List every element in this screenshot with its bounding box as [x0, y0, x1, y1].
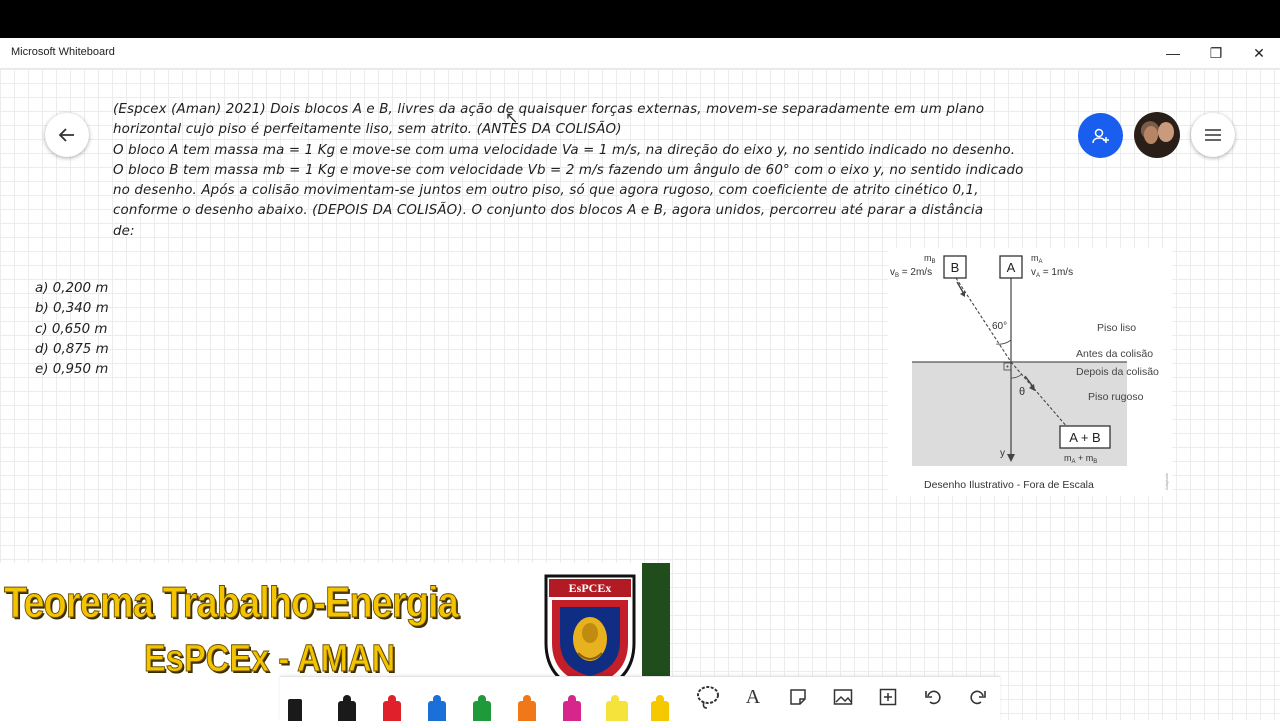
text-icon[interactable]: A	[739, 683, 767, 711]
lasso-icon[interactable]	[694, 683, 722, 711]
back-button[interactable]	[45, 113, 89, 157]
right-angle-dot	[1006, 365, 1009, 368]
depois-label: Depois da colisão	[1076, 366, 1159, 378]
note-icon[interactable]	[784, 683, 812, 711]
menu-button[interactable]	[1191, 113, 1235, 157]
title-bar: Microsoft Whiteboard — ❐ ✕	[0, 38, 1280, 69]
question-line: conforme o desenho abaixo. (DEPOIS DA CO…	[113, 203, 984, 219]
question-line: (Espcex (Aman) 2021) Dois blocos A e B, …	[113, 102, 985, 117]
pen-tool[interactable]	[428, 695, 446, 721]
close-button[interactable]: ✕	[1242, 42, 1276, 64]
banner-subtitle: EsPCEx - AMAN	[144, 638, 396, 681]
minimize-button[interactable]: —	[1156, 42, 1190, 64]
badge-text: EsPCEx	[569, 581, 612, 595]
mouse-cursor-icon: ↖	[505, 110, 519, 127]
block-a-label: A	[1007, 260, 1016, 275]
redo-icon[interactable]	[964, 683, 992, 711]
theta-label: θ	[1019, 386, 1025, 398]
question-line: O bloco B tem massa mb = 1 Kg e move-se …	[113, 162, 1024, 178]
pen-tool[interactable]	[563, 695, 581, 721]
antes-label: Antes da colisão	[1076, 348, 1153, 360]
question-line: O bloco A tem massa ma = 1 Kg e move-se …	[113, 142, 1016, 158]
question-text: (Espcex (Aman) 2021) Dois blocos A e B, …	[113, 100, 1073, 242]
pen-tool[interactable]	[518, 695, 536, 721]
add-person-icon	[1091, 128, 1109, 143]
y-axis-label: y	[1000, 448, 1005, 459]
collision-diagram[interactable]: B A A + B mB vB = 2m/s mA vA = 1m/s 60° …	[888, 248, 1172, 496]
option-c: c) 0,650 m	[35, 321, 108, 337]
ruler-icon[interactable]	[288, 699, 302, 721]
avatar-face	[1144, 126, 1158, 144]
arrow-left-icon	[58, 128, 74, 142]
figure-caption: Desenho Ilustrativo - Fora de Escala	[924, 479, 1094, 491]
avatar[interactable]	[1134, 112, 1180, 158]
undo-icon[interactable]	[919, 683, 947, 711]
angle-60-label: 60°	[992, 321, 1007, 332]
velocity-a-label: vA = 1m/s	[1031, 267, 1073, 279]
pen-tool[interactable]	[473, 695, 491, 721]
highlighter-tool[interactable]	[606, 695, 628, 721]
question-line: no desenho. Após a colisão movimentam-se…	[113, 183, 979, 199]
invite-button[interactable]	[1078, 113, 1123, 158]
pen-tool[interactable]	[338, 695, 356, 721]
block-b-label: B	[951, 260, 960, 275]
mass-a-label: mA	[1031, 253, 1043, 265]
app-title: Microsoft Whiteboard	[11, 46, 115, 58]
maximize-button[interactable]: ❐	[1199, 42, 1233, 64]
answer-options: a) 0,200 m b) 0,340 m c) 0,650 m d) 0,87…	[35, 279, 109, 380]
banner-title: Teorema Trabalho-Energia	[4, 578, 460, 628]
piso-rugoso-label: Piso rugoso	[1088, 391, 1144, 403]
block-ab-label: A + B	[1069, 430, 1100, 445]
image-icon[interactable]	[829, 683, 857, 711]
figure-side-mark: Adaptado	[1164, 472, 1169, 490]
question-line: de:	[113, 223, 135, 239]
question-line: horizontal cujo piso é perfeitamente lis…	[113, 122, 622, 138]
option-b: b) 0,340 m	[35, 301, 109, 317]
option-e: e) 0,950 m	[35, 362, 109, 378]
top-black-bar	[0, 0, 1280, 38]
inking-toolbar: A	[280, 676, 1000, 721]
mass-b-label: mB	[924, 253, 936, 265]
add-icon[interactable]	[874, 683, 902, 711]
option-d: d) 0,875 m	[35, 341, 109, 357]
option-a: a) 0,200 m	[35, 281, 109, 296]
velocity-b-label: vB = 2m/s	[890, 267, 932, 279]
highlighter-tool[interactable]	[651, 695, 669, 721]
hamburger-icon	[1205, 129, 1221, 141]
piso-liso-label: Piso liso	[1097, 322, 1136, 334]
velocity-b-path	[955, 277, 1012, 363]
pen-tool[interactable]	[383, 695, 401, 721]
avatar-face	[1158, 122, 1174, 142]
